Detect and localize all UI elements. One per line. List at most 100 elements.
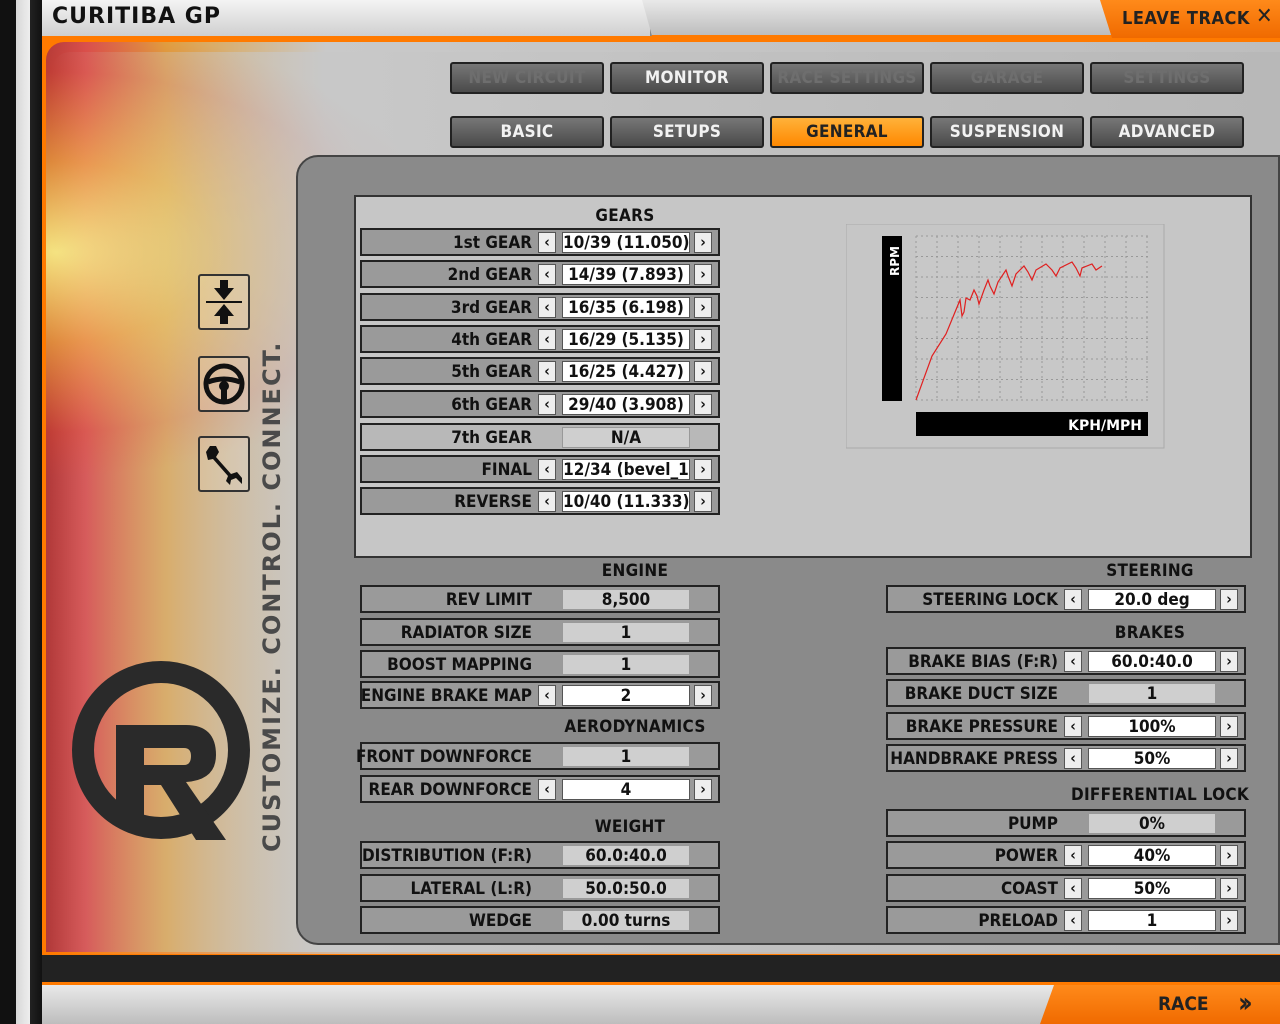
decrease-arrow-icon[interactable]: ‹	[1064, 910, 1082, 931]
decrease-arrow-icon[interactable]: ‹	[1064, 716, 1082, 737]
setting-value[interactable]: 10/39 (11.050)	[562, 232, 690, 253]
increase-arrow-icon[interactable]: ›	[694, 779, 712, 800]
nav-tab-race-settings[interactable]: RACE SETTINGS	[770, 62, 924, 94]
increase-arrow-icon[interactable]: ›	[694, 394, 712, 415]
setting-label: RADIATOR SIZE	[400, 623, 532, 643]
increase-arrow-icon[interactable]: ›	[1220, 748, 1238, 769]
setting-row-final: FINAL 12/34 (bevel_1 ‹ ›	[360, 455, 720, 483]
setting-value: 60.0:40.0	[562, 845, 690, 866]
setting-value[interactable]: 16/25 (4.427)	[562, 361, 690, 382]
decrease-arrow-icon[interactable]: ‹	[1064, 651, 1082, 672]
setting-value[interactable]: 50%	[1088, 878, 1216, 899]
steering-section-title: STEERING	[1106, 561, 1194, 581]
setting-value[interactable]: 50%	[1088, 748, 1216, 769]
increase-arrow-icon[interactable]: ›	[1220, 589, 1238, 610]
setting-row-5th-gear: 5th GEAR 16/25 (4.427) ‹ ›	[360, 357, 720, 385]
decrease-arrow-icon[interactable]: ‹	[538, 264, 556, 285]
diff-section-title: DIFFERENTIAL LOCK	[1070, 785, 1250, 805]
decrease-arrow-icon[interactable]: ‹	[538, 232, 556, 253]
setup-tab-setups[interactable]: SETUPS	[610, 116, 764, 148]
chart-x-label: KPH/MPH	[1068, 418, 1142, 434]
increase-arrow-icon[interactable]: ›	[694, 232, 712, 253]
setting-value: N/A	[562, 427, 690, 448]
setting-value[interactable]: 16/35 (6.198)	[562, 297, 690, 318]
setting-value[interactable]: 14/39 (7.893)	[562, 264, 690, 285]
setting-label: 6th GEAR	[451, 395, 532, 415]
decrease-arrow-icon[interactable]: ‹	[538, 459, 556, 480]
setting-value[interactable]: 100%	[1088, 716, 1216, 737]
setting-value[interactable]: 40%	[1088, 845, 1216, 866]
setting-label: DISTRIBUTION (F:R)	[361, 846, 532, 866]
nav-tab-monitor[interactable]: MONITOR	[610, 62, 764, 94]
setting-value[interactable]: 29/40 (3.908)	[562, 394, 690, 415]
setting-value[interactable]: 1	[1088, 910, 1216, 931]
setting-label: REVERSE	[454, 492, 532, 512]
setting-value[interactable]: 20.0 deg	[1088, 589, 1216, 610]
setting-value: 1	[562, 622, 690, 643]
increase-arrow-icon[interactable]: ›	[1220, 878, 1238, 899]
steering-wheel-icon[interactable]	[198, 356, 250, 412]
decrease-arrow-icon[interactable]: ‹	[538, 685, 556, 706]
increase-arrow-icon[interactable]: ›	[694, 264, 712, 285]
increase-arrow-icon[interactable]: ›	[1220, 651, 1238, 672]
increase-arrow-icon[interactable]: ›	[694, 685, 712, 706]
aero-section-title: AERODYNAMICS	[564, 717, 706, 737]
increase-arrow-icon[interactable]: ›	[694, 459, 712, 480]
setup-tab-basic[interactable]: BASIC	[450, 116, 604, 148]
increase-arrow-icon[interactable]: ›	[694, 329, 712, 350]
setting-label: BRAKE DUCT SIZE	[904, 684, 1058, 704]
setting-value: 50.0:50.0	[562, 878, 690, 899]
decrease-arrow-icon[interactable]: ‹	[538, 394, 556, 415]
setup-tab-suspension[interactable]: SUSPENSION	[930, 116, 1084, 148]
setup-tab-advanced[interactable]: ADVANCED	[1090, 116, 1244, 148]
setting-value[interactable]: 10/40 (11.333)	[562, 491, 690, 512]
setting-label: 3rd GEAR	[450, 298, 532, 318]
decrease-arrow-icon[interactable]: ‹	[538, 491, 556, 512]
setting-label: BRAKE BIAS (F:R)	[908, 652, 1058, 672]
nav-tab-new-circuit[interactable]: NEW CIRCUIT	[450, 62, 604, 94]
race-label[interactable]: RACE	[1158, 993, 1209, 1015]
decrease-arrow-icon[interactable]: ‹	[538, 361, 556, 382]
setting-label: REAR DOWNFORCE	[368, 780, 532, 800]
setting-row-handbrake-press: HANDBRAKE PRESS 50% ‹ ›	[886, 744, 1246, 772]
decrease-arrow-icon[interactable]: ‹	[538, 297, 556, 318]
brand-logo	[72, 661, 250, 840]
decrease-arrow-icon[interactable]: ‹	[538, 329, 556, 350]
compress-arrows-icon[interactable]	[198, 274, 250, 330]
setup-tab-general[interactable]: GENERAL	[770, 116, 924, 148]
decrease-arrow-icon[interactable]: ‹	[1064, 845, 1082, 866]
close-icon[interactable]: ✕	[1256, 4, 1273, 29]
decrease-arrow-icon[interactable]: ‹	[538, 779, 556, 800]
decrease-arrow-icon[interactable]: ‹	[1064, 878, 1082, 899]
setting-value: 8,500	[562, 589, 690, 610]
setting-value[interactable]: 16/29 (5.135)	[562, 329, 690, 350]
wrench-icon[interactable]	[198, 436, 250, 492]
increase-arrow-icon[interactable]: ›	[1220, 716, 1238, 737]
setting-value: 0%	[1088, 813, 1216, 834]
setting-label: PRELOAD	[978, 911, 1058, 931]
setting-value[interactable]: 60.0:40.0	[1088, 651, 1216, 672]
setting-row-brake-duct-size: BRAKE DUCT SIZE 1	[886, 679, 1246, 707]
increase-arrow-icon[interactable]: ›	[694, 297, 712, 318]
setting-value[interactable]: 12/34 (bevel_1	[562, 459, 690, 480]
decrease-arrow-icon[interactable]: ‹	[1064, 589, 1082, 610]
increase-arrow-icon[interactable]: ›	[1220, 910, 1238, 931]
decrease-arrow-icon[interactable]: ‹	[1064, 748, 1082, 769]
gear-rpm-chart: RPM KPH/MPH	[846, 224, 1165, 449]
setting-label: FINAL	[481, 460, 532, 480]
double-chevron-right-icon[interactable]: ››	[1238, 986, 1253, 1019]
setting-label: 5th GEAR	[451, 362, 532, 382]
increase-arrow-icon[interactable]: ›	[1220, 845, 1238, 866]
leave-track-label[interactable]: LEAVE TRACK	[1122, 8, 1250, 29]
setting-value: 0.00 turns	[562, 910, 690, 931]
increase-arrow-icon[interactable]: ›	[694, 361, 712, 382]
nav-tab-garage[interactable]: GARAGE	[930, 62, 1084, 94]
setting-label: PUMP	[1007, 814, 1058, 834]
setting-value[interactable]: 4	[562, 779, 690, 800]
weight-section-title: WEIGHT	[594, 817, 666, 837]
nav-tab-settings[interactable]: SETTINGS	[1090, 62, 1244, 94]
setting-row-7th-gear: 7th GEAR N/A	[360, 423, 720, 451]
increase-arrow-icon[interactable]: ›	[694, 491, 712, 512]
setting-value[interactable]: 2	[562, 685, 690, 706]
setting-row-front-downforce: FRONT DOWNFORCE 1	[356, 742, 720, 770]
